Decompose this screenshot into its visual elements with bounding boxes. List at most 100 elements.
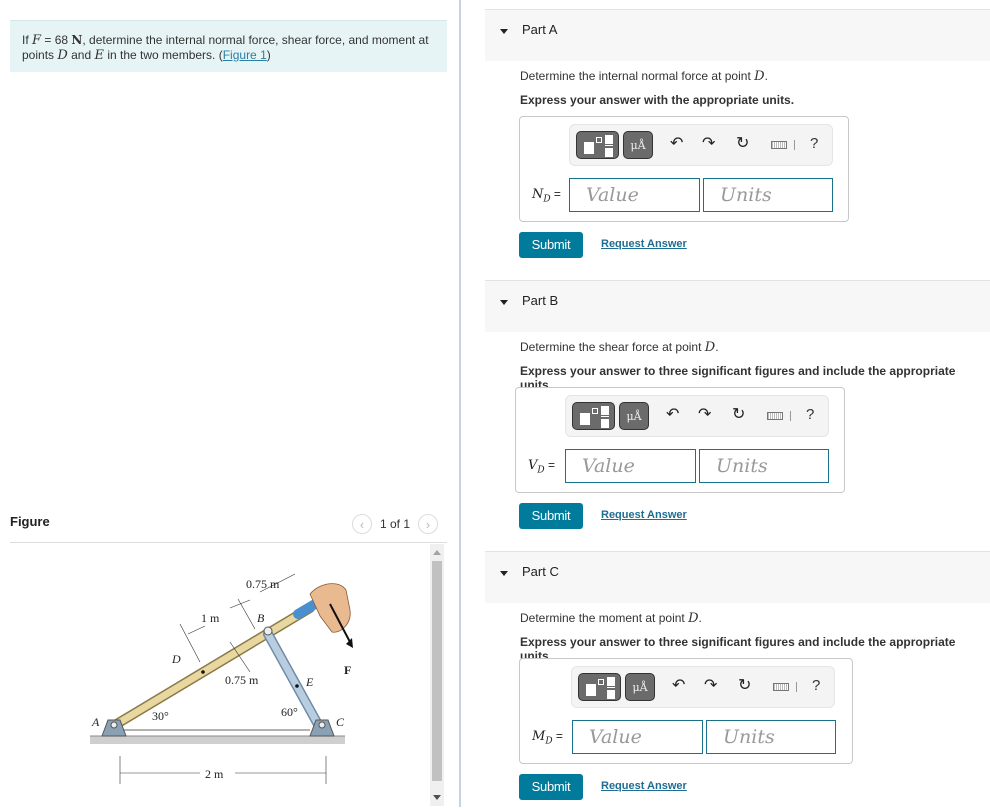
- toolbar-separator: [796, 682, 797, 692]
- part-a-header[interactable]: Part A: [485, 9, 990, 61]
- point-d: D: [57, 48, 68, 63]
- var-symbol: V: [528, 458, 538, 473]
- value-input[interactable]: Value: [565, 449, 696, 483]
- var-symbol: N: [532, 187, 544, 202]
- problem-text: = 68: [41, 33, 72, 47]
- redo-icon[interactable]: ↷: [702, 134, 715, 154]
- dim-line: [237, 598, 256, 630]
- units-input[interactable]: Units: [706, 720, 836, 754]
- submit-button[interactable]: Submit: [519, 774, 583, 800]
- chevron-right-icon: ›: [425, 516, 431, 532]
- equals: =: [544, 458, 555, 472]
- scroll-up-icon[interactable]: [433, 550, 441, 555]
- figure-image: A B C D E F 0.75 m 1 m 0.75 m 2 m 30° 60…: [10, 544, 430, 807]
- part-a-question: Determine the internal normal force at p…: [520, 69, 768, 84]
- help-icon[interactable]: ?: [810, 135, 818, 152]
- label-e: E: [305, 675, 314, 689]
- collapse-triangle-icon: [500, 29, 508, 34]
- submit-button[interactable]: Submit: [519, 503, 583, 529]
- units-input[interactable]: Units: [699, 449, 829, 483]
- part-label: Part B: [522, 293, 559, 308]
- request-answer-link[interactable]: Request Answer: [601, 780, 687, 792]
- undo-icon[interactable]: ↶: [672, 676, 685, 696]
- pin-a: [110, 721, 118, 729]
- templates-button[interactable]: [572, 402, 615, 430]
- question-text: Determine the moment at point: [520, 611, 689, 625]
- point-e-dot: [295, 684, 299, 688]
- reset-icon[interactable]: ↻: [732, 405, 745, 425]
- figure-divider: [10, 542, 447, 543]
- var-subscript: D: [545, 736, 553, 747]
- next-figure-button[interactable]: ›: [418, 514, 439, 534]
- units-button[interactable]: μÅ: [623, 131, 653, 159]
- label-d: D: [171, 652, 181, 666]
- keyboard-icon[interactable]: [767, 412, 783, 420]
- templates-button[interactable]: [576, 131, 619, 159]
- scroll-thumb[interactable]: [432, 561, 442, 781]
- dim-1: 1 m: [201, 611, 220, 625]
- part-b-header[interactable]: Part B: [485, 280, 990, 332]
- reset-icon[interactable]: ↻: [736, 134, 749, 154]
- dim-2: 2 m: [205, 767, 224, 781]
- request-answer-link[interactable]: Request Answer: [601, 238, 687, 250]
- part-b-question: Determine the shear force at point D.: [520, 340, 719, 355]
- question-point: D: [704, 340, 716, 355]
- scroll-down-icon[interactable]: [433, 795, 441, 800]
- keyboard-icon[interactable]: [771, 141, 787, 149]
- toolbar-separator: [794, 140, 795, 150]
- equals: =: [550, 187, 561, 201]
- figure-link[interactable]: Figure 1: [223, 48, 267, 62]
- help-icon[interactable]: ?: [806, 406, 814, 423]
- redo-icon[interactable]: ↷: [704, 676, 717, 696]
- figure-scrollbar[interactable]: [430, 544, 444, 806]
- part-label: Part A: [522, 22, 558, 37]
- left-panel: If F = 68 N, determine the internal norm…: [0, 0, 460, 807]
- part-c-question: Determine the moment at point D.: [520, 611, 702, 626]
- frame-diagram: A B C D E F 0.75 m 1 m 0.75 m 2 m 30° 60…: [90, 573, 353, 784]
- variable-label: ND =: [532, 187, 561, 204]
- help-icon[interactable]: ?: [812, 677, 820, 694]
- right-panel: Part A Determine the internal normal for…: [485, 0, 990, 807]
- point-e: E: [94, 48, 105, 63]
- var-subscript: D: [543, 194, 551, 205]
- member-ab-fill: [106, 604, 314, 732]
- angle-30: 30°: [152, 709, 169, 723]
- units-button[interactable]: μÅ: [619, 402, 649, 430]
- reset-icon[interactable]: ↻: [738, 676, 751, 696]
- pager-text: 1 of 1: [380, 517, 411, 531]
- part-c-header[interactable]: Part C: [485, 551, 990, 603]
- prev-figure-button[interactable]: ‹: [352, 514, 372, 534]
- var-subscript: D: [537, 465, 545, 476]
- undo-icon[interactable]: ↶: [666, 405, 679, 425]
- panel-divider: [459, 0, 461, 807]
- handle-grip: [293, 599, 320, 619]
- variable-label: MD =: [532, 729, 563, 746]
- redo-icon[interactable]: ↷: [698, 405, 711, 425]
- var-symbol: M: [532, 729, 546, 744]
- label-b: B: [257, 611, 265, 625]
- toolbar-separator: [790, 411, 791, 421]
- part-c-answer-box: μÅ ↶ ↷ ↻ ? MD = Value Units: [519, 658, 853, 764]
- math-toolbar: μÅ ↶ ↷ ↻ ?: [569, 124, 833, 166]
- value-input[interactable]: Value: [569, 178, 700, 212]
- pin-b: [263, 626, 273, 636]
- dim-line: [229, 599, 251, 609]
- request-answer-link[interactable]: Request Answer: [601, 509, 687, 521]
- units-input[interactable]: Units: [703, 178, 833, 212]
- value-input[interactable]: Value: [572, 720, 703, 754]
- force-unit: N: [71, 33, 83, 47]
- problem-text: If: [22, 33, 33, 47]
- math-toolbar: μÅ ↶ ↷ ↻ ?: [571, 666, 835, 708]
- label-a: A: [91, 715, 100, 729]
- keyboard-icon[interactable]: [773, 683, 789, 691]
- force-symbol: F: [32, 33, 42, 48]
- templates-button[interactable]: [578, 673, 621, 701]
- part-a-instruction: Express your answer with the appropriate…: [520, 93, 795, 107]
- submit-button[interactable]: Submit: [519, 232, 583, 258]
- variable-label: VD =: [528, 458, 555, 475]
- undo-icon[interactable]: ↶: [670, 134, 683, 154]
- ground: [90, 736, 345, 744]
- units-button[interactable]: μÅ: [625, 673, 655, 701]
- question-text: Determine the shear force at point: [520, 340, 705, 354]
- pin-c: [318, 721, 326, 729]
